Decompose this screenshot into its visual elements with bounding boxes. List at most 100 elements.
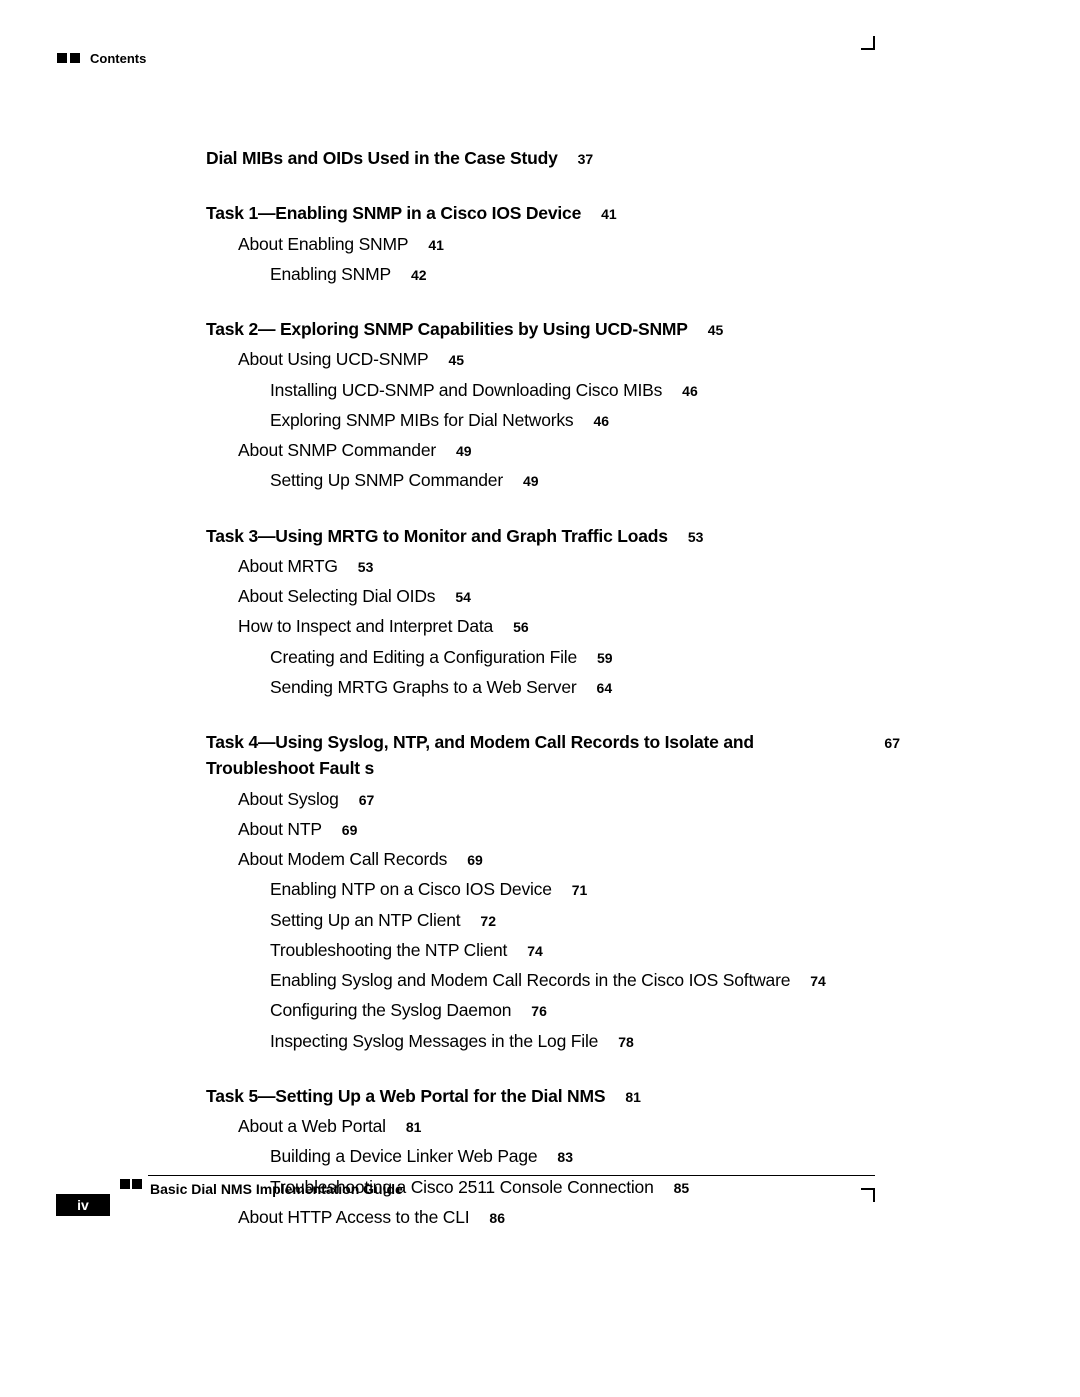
toc-section: Task 1—Enabling SNMP in a Cisco IOS Devi…	[206, 200, 900, 226]
toc-entry-page: 53	[358, 557, 374, 578]
square-icon	[132, 1179, 142, 1189]
toc-entry-page: 69	[467, 850, 483, 871]
footer-rule	[148, 1175, 875, 1176]
toc-entry-title: Enabling Syslog and Modem Call Records i…	[270, 967, 790, 993]
toc-entry-page: 76	[531, 1001, 547, 1022]
toc-entry-l1: About Using UCD-SNMP 45	[238, 346, 900, 372]
toc-entry-page: 41	[428, 235, 444, 256]
toc-entry-page: 56	[513, 617, 529, 638]
toc-entry-l1: About MRTG 53	[238, 553, 900, 579]
toc-entry-title: About Enabling SNMP	[238, 231, 408, 257]
header-label: Contents	[90, 51, 146, 66]
toc-entry-page: 71	[572, 880, 588, 901]
toc-entry-l1: About Enabling SNMP 41	[238, 231, 900, 257]
toc-section: Task 5—Setting Up a Web Portal for the D…	[206, 1083, 900, 1109]
toc-entry-page: 45	[449, 350, 465, 371]
toc-entry-title: About Selecting Dial OIDs	[238, 583, 435, 609]
toc-entry-title: Exploring SNMP MIBs for Dial Networks	[270, 407, 573, 433]
toc-entry-page: 42	[411, 265, 427, 286]
crop-mark-top-icon	[861, 36, 875, 50]
toc-entry-page: 59	[597, 648, 613, 669]
toc-spacer	[206, 1058, 900, 1076]
toc-entry-title: Dial MIBs and OIDs Used in the Case Stud…	[206, 145, 558, 171]
guide-title: Basic Dial NMS Implementation Guide	[150, 1181, 403, 1197]
toc-entry-page: 81	[406, 1117, 422, 1138]
toc-entry-page: 37	[578, 149, 594, 170]
toc-section: Task 2— Exploring SNMP Capabilities by U…	[206, 316, 900, 342]
square-icon	[57, 53, 67, 63]
toc-entry-title: Troubleshooting the NTP Client	[270, 937, 507, 963]
toc-entry-l2: Troubleshooting the NTP Client 74	[270, 937, 900, 963]
toc-entry-title: Building a Device Linker Web Page	[270, 1143, 537, 1169]
toc-section: Dial MIBs and OIDs Used in the Case Stud…	[206, 145, 900, 171]
page-header: Contents	[57, 50, 1080, 70]
toc-spacer	[206, 175, 900, 193]
toc-entry-page: 49	[456, 441, 472, 462]
table-of-contents: Dial MIBs and OIDs Used in the Case Stud…	[206, 138, 900, 1234]
toc-entry-title: Enabling NTP on a Cisco IOS Device	[270, 876, 552, 902]
toc-spacer	[206, 498, 900, 516]
toc-entry-title: How to Inspect and Interpret Data	[238, 613, 493, 639]
toc-entry-page: 67	[884, 733, 900, 754]
toc-spacer	[206, 704, 900, 722]
toc-entry-title: Task 5—Setting Up a Web Portal for the D…	[206, 1083, 605, 1109]
toc-entry-page: 74	[527, 941, 543, 962]
toc-entry-title: About Syslog	[238, 786, 339, 812]
toc-entry-l2: Setting Up an NTP Client72	[270, 907, 900, 933]
toc-entry-title: About MRTG	[238, 553, 338, 579]
page: Contents Dial MIBs and OIDs Used in the …	[0, 0, 1080, 1397]
toc-entry-title: About Using UCD-SNMP	[238, 346, 429, 372]
toc-entry-title: Task 4—Using Syslog, NTP, and Modem Call…	[206, 729, 864, 782]
toc-entry-l1: About Syslog 67	[238, 786, 900, 812]
toc-entry-title: Enabling SNMP	[270, 261, 391, 287]
toc-entry-l2: Configuring the Syslog Daemon 76	[270, 997, 900, 1023]
toc-entry-page: 41	[601, 204, 617, 225]
toc-entry-l2: Creating and Editing a Configuration Fil…	[270, 644, 900, 670]
toc-entry-l1: About NTP 69	[238, 816, 900, 842]
toc-entry-l1: About Modem Call Records 69	[238, 846, 900, 872]
toc-entry-page: 46	[593, 411, 609, 432]
toc-entry-title: Creating and Editing a Configuration Fil…	[270, 644, 577, 670]
toc-entry-title: Task 3—Using MRTG to Monitor and Graph T…	[206, 523, 668, 549]
toc-entry-page: 69	[342, 820, 358, 841]
toc-entry-page: 78	[618, 1032, 634, 1053]
toc-entry-l2: Enabling SNMP 42	[270, 261, 900, 287]
toc-entry-l2: Building a Device Linker Web Page 83	[270, 1143, 900, 1169]
toc-section: Task 4—Using Syslog, NTP, and Modem Call…	[206, 729, 900, 782]
toc-entry-l1: About SNMP Commander 49	[238, 437, 900, 463]
toc-entry-title: Inspecting Syslog Messages in the Log Fi…	[270, 1028, 598, 1054]
toc-spacer	[206, 291, 900, 309]
toc-entry-l2: Installing UCD-SNMP and Downloading Cisc…	[270, 377, 900, 403]
toc-entry-l1: How to Inspect and Interpret Data 56	[238, 613, 900, 639]
toc-entry-title: About Modem Call Records	[238, 846, 447, 872]
toc-entry-page: 45	[708, 320, 724, 341]
toc-section: Task 3—Using MRTG to Monitor and Graph T…	[206, 523, 900, 549]
square-icon	[70, 53, 80, 63]
toc-entry-page: 67	[359, 790, 375, 811]
toc-entry-l2: Inspecting Syslog Messages in the Log Fi…	[270, 1028, 900, 1054]
toc-entry-title: Configuring the Syslog Daemon	[270, 997, 511, 1023]
toc-entry-l1: About a Web Portal 81	[238, 1113, 900, 1139]
toc-entry-title: Task 2— Exploring SNMP Capabilities by U…	[206, 316, 688, 342]
toc-entry-page: 54	[455, 587, 471, 608]
toc-entry-l2: Setting Up SNMP Commander 49	[270, 467, 900, 493]
toc-entry-title: Setting Up SNMP Commander	[270, 467, 503, 493]
toc-entry-page: 64	[597, 678, 613, 699]
toc-entry-title: About NTP	[238, 816, 322, 842]
toc-entry-title: About a Web Portal	[238, 1113, 386, 1139]
toc-entry-page: 49	[523, 471, 539, 492]
toc-entry-l2: Enabling NTP on a Cisco IOS Device 71	[270, 876, 900, 902]
toc-entry-page: 72	[480, 911, 496, 932]
toc-entry-title: About SNMP Commander	[238, 437, 436, 463]
toc-entry-l2: Enabling Syslog and Modem Call Records i…	[270, 967, 900, 993]
toc-entry-l2: Sending MRTG Graphs to a Web Server64	[270, 674, 900, 700]
toc-entry-page: 53	[688, 527, 704, 548]
page-number: iv	[56, 1194, 110, 1216]
toc-entry-l1: About Selecting Dial OIDs 54	[238, 583, 900, 609]
toc-entry-title: Task 1—Enabling SNMP in a Cisco IOS Devi…	[206, 200, 581, 226]
toc-entry-page: 83	[557, 1147, 573, 1168]
toc-entry-page: 46	[682, 381, 698, 402]
page-footer: Basic Dial NMS Implementation Guide iv	[0, 1185, 1080, 1225]
toc-entry-page: 74	[810, 971, 826, 992]
toc-entry-page: 81	[625, 1087, 641, 1108]
